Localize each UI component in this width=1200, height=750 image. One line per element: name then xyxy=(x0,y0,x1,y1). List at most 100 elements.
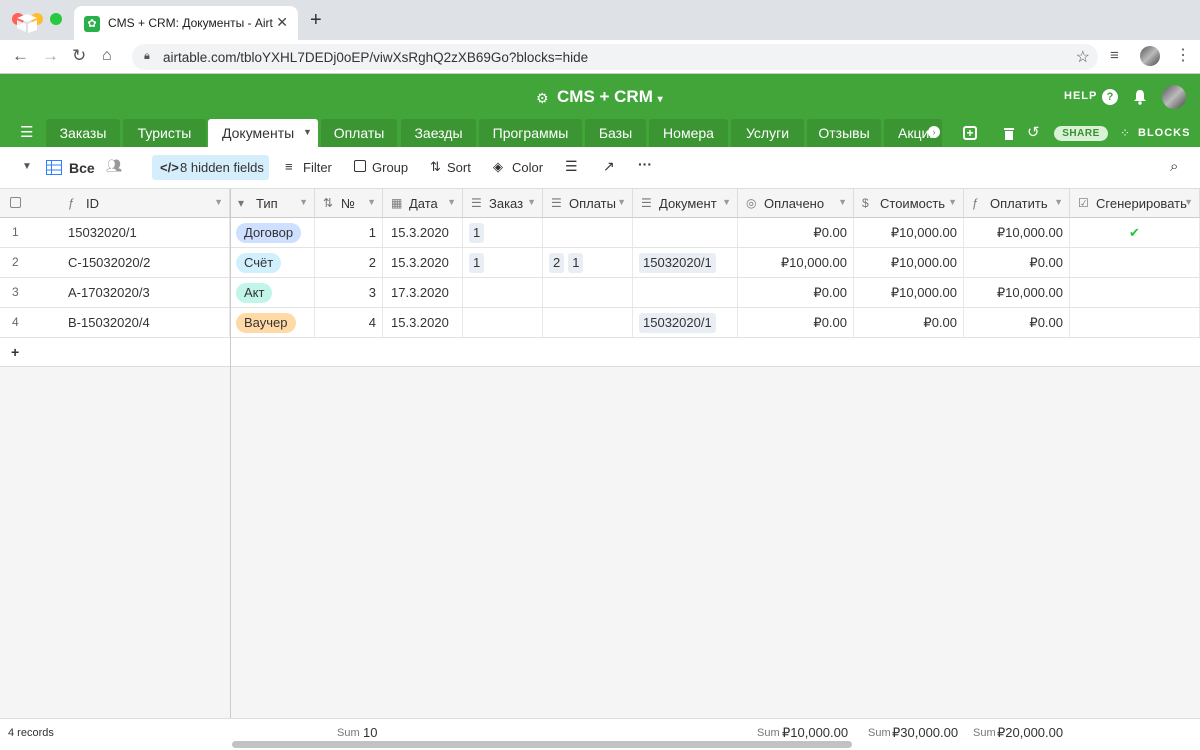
cell-id[interactable]: 15032020/1 xyxy=(0,218,230,247)
bookmark-star-icon[interactable]: ☆ xyxy=(1076,47,1090,67)
table-tab[interactable]: Номера xyxy=(649,119,728,147)
cell-document[interactable] xyxy=(633,218,738,247)
cell-document[interactable]: 15032020/1 xyxy=(633,308,738,337)
table-tab[interactable]: Программы xyxy=(479,119,582,147)
cell-payments[interactable]: 21 xyxy=(543,248,633,277)
table-tab[interactable]: Оплаты xyxy=(321,119,397,147)
browser-tab[interactable]: ✿ CMS + CRM: Документы - Airtable ✕ xyxy=(74,6,298,40)
add-record-row[interactable]: + xyxy=(0,338,1200,367)
column-menu-caret-icon[interactable]: ▼ xyxy=(617,197,626,207)
cell-to-pay[interactable]: ₽10,000.00 xyxy=(964,218,1070,247)
media-playlist-icon[interactable]: ≡ xyxy=(1110,46,1119,66)
collaborative-view-icon[interactable]: 👥︎ xyxy=(106,158,123,174)
cell-generate[interactable] xyxy=(1070,308,1200,337)
cell-payments[interactable] xyxy=(543,278,633,307)
cell-type[interactable]: Ваучер xyxy=(230,308,315,337)
cell-number[interactable]: 2 xyxy=(315,248,383,277)
cell-paid[interactable]: ₽10,000.00 xyxy=(738,248,854,277)
filter-button[interactable]: Filter xyxy=(303,160,332,175)
column-header[interactable]: ◎ Оплачено ▼ xyxy=(738,189,854,218)
column-header[interactable]: $ Стоимость ▼ xyxy=(854,189,964,218)
table-tab[interactable]: Документы xyxy=(208,119,318,147)
checkmark-icon[interactable]: ✔ xyxy=(1129,225,1140,240)
row-height-icon[interactable]: ☰ xyxy=(565,158,578,175)
more-tables-arrow-icon[interactable]: › xyxy=(928,126,940,138)
linked-record-chip[interactable]: 1 xyxy=(469,253,485,273)
add-record-icon[interactable]: + xyxy=(11,344,19,360)
cell-order[interactable]: 1 xyxy=(463,218,543,247)
column-menu-caret-icon[interactable]: ▼ xyxy=(299,197,308,207)
cell-date[interactable]: 15.3.2020 xyxy=(383,308,463,337)
more-options-icon[interactable]: ··· xyxy=(638,156,652,172)
close-tab-icon[interactable]: ✕ xyxy=(276,14,288,31)
cell-cost[interactable]: ₽10,000.00 xyxy=(854,278,964,307)
column-menu-caret-icon[interactable]: ▼ xyxy=(838,197,847,207)
cell-generate[interactable] xyxy=(1070,248,1200,277)
cell-id[interactable]: A-17032020/3 xyxy=(0,278,230,307)
table-tab[interactable]: Услуги xyxy=(731,119,804,147)
forward-icon[interactable]: → xyxy=(42,46,59,66)
table-tab-menu-caret-icon[interactable]: ▼ xyxy=(303,127,312,137)
cell-document[interactable] xyxy=(633,278,738,307)
cell-date[interactable]: 15.3.2020 xyxy=(383,248,463,277)
help-label[interactable]: HELP xyxy=(1064,90,1097,102)
cell-id[interactable]: B-15032020/4 xyxy=(0,308,230,337)
cell-type[interactable]: Счёт xyxy=(230,248,315,277)
table-tab[interactable]: Туристы xyxy=(123,119,206,147)
cell-date[interactable]: 15.3.2020 xyxy=(383,218,463,247)
column-menu-caret-icon[interactable]: ▼ xyxy=(214,197,223,207)
airtable-logo-icon[interactable] xyxy=(16,13,38,33)
column-menu-caret-icon[interactable]: ▼ xyxy=(722,197,731,207)
blocks-button[interactable]: BLOCKS xyxy=(1138,127,1190,139)
cell-order[interactable]: 1 xyxy=(463,248,543,277)
column-header[interactable]: ☰ Заказ ▼ xyxy=(463,189,543,218)
column-header[interactable]: ▾ Тип ▼ xyxy=(230,189,315,218)
add-table-icon[interactable]: + xyxy=(963,126,977,140)
cell-cost[interactable]: ₽10,000.00 xyxy=(854,248,964,277)
cell-cost[interactable]: ₽0.00 xyxy=(854,308,964,337)
sum-label-topay[interactable]: Sum xyxy=(973,727,996,739)
table-row[interactable]: 1 15032020/1 Договор 1 15.3.2020 1 ₽0.00 ₽10,00… xyxy=(0,218,1200,248)
cell-generate[interactable]: ✔ xyxy=(1070,218,1200,247)
cell-to-pay[interactable]: ₽0.00 xyxy=(964,308,1070,337)
group-button[interactable]: Group xyxy=(372,160,408,175)
cell-number[interactable]: 3 xyxy=(315,278,383,307)
horizontal-scrollbar[interactable] xyxy=(232,741,852,748)
table-row[interactable]: 3 A-17032020/3 Акт 3 17.3.2020 ₽0.00 ₽10,000.0… xyxy=(0,278,1200,308)
cell-to-pay[interactable]: ₽0.00 xyxy=(964,248,1070,277)
cell-number[interactable]: 4 xyxy=(315,308,383,337)
cell-paid[interactable]: ₽0.00 xyxy=(738,278,854,307)
search-icon[interactable]: ⌕ xyxy=(1170,158,1178,175)
sum-label-cost[interactable]: Sum xyxy=(868,727,891,739)
column-header[interactable]: ƒ Оплатить ▼ xyxy=(964,189,1070,218)
cell-payments[interactable] xyxy=(543,308,633,337)
sum-label-paid[interactable]: Sum xyxy=(757,727,780,739)
column-menu-caret-icon[interactable]: ▼ xyxy=(948,197,957,207)
tables-menu-icon[interactable]: ☰ xyxy=(20,125,33,140)
cell-type[interactable]: Договор xyxy=(230,218,315,247)
color-button[interactable]: Color xyxy=(512,160,543,175)
zoom-window-button[interactable] xyxy=(50,13,62,25)
table-row[interactable]: 4 B-15032020/4 Ваучер 4 15.3.2020 15032020/1 ₽… xyxy=(0,308,1200,338)
history-icon[interactable]: ↺ xyxy=(1027,123,1040,141)
column-header[interactable]: ☑ Сгенерировать ▼ xyxy=(1070,189,1200,218)
back-icon[interactable]: ← xyxy=(12,46,29,66)
cell-date[interactable]: 17.3.2020 xyxy=(383,278,463,307)
cell-to-pay[interactable]: ₽10,000.00 xyxy=(964,278,1070,307)
url-field[interactable]: 🔒︎ airtable.com/tbloYXHL7DEDj0oEP/viwXsR… xyxy=(132,44,1098,70)
help-icon[interactable]: ? xyxy=(1102,89,1118,105)
browser-menu-icon[interactable]: ⋮ xyxy=(1175,46,1191,66)
table-tab[interactable]: Заезды xyxy=(401,119,476,147)
select-all-checkbox[interactable] xyxy=(10,197,21,208)
column-menu-caret-icon[interactable]: ▼ xyxy=(447,197,456,207)
column-menu-caret-icon[interactable]: ▼ xyxy=(1184,197,1193,207)
new-tab-button[interactable]: + xyxy=(310,10,322,30)
cell-number[interactable]: 1 xyxy=(315,218,383,247)
view-switcher-caret-icon[interactable]: ▼ xyxy=(22,161,32,172)
cell-cost[interactable]: ₽10,000.00 xyxy=(854,218,964,247)
table-tab[interactable]: Отзывы xyxy=(807,119,881,147)
column-menu-caret-icon[interactable]: ▼ xyxy=(527,197,536,207)
user-avatar[interactable] xyxy=(1162,85,1186,109)
cell-id[interactable]: C-15032020/2 xyxy=(0,248,230,277)
linked-record-chip[interactable]: 2 xyxy=(549,253,565,273)
